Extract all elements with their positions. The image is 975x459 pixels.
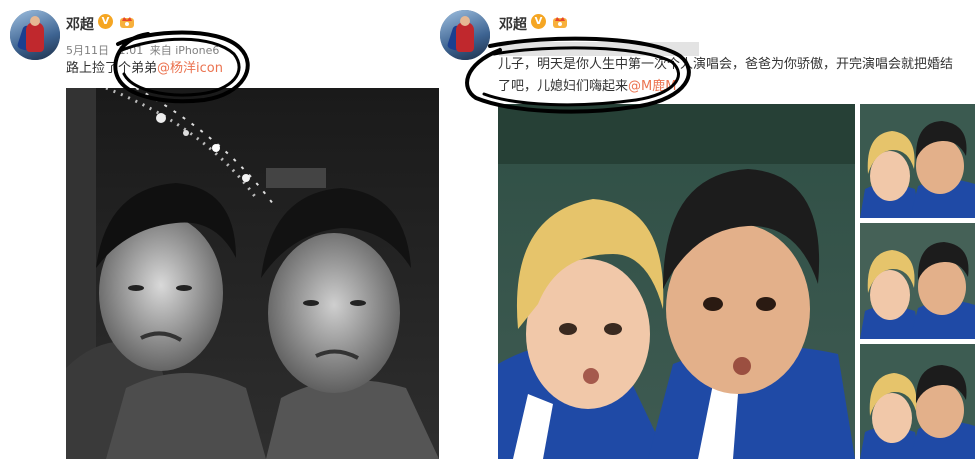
weibo-post-right: 邓超 V 儿子，明天是你人生中第一次个人演唱会，爸爸为你骄傲，开完演唱会就把婚结… <box>440 0 975 459</box>
post-photo-main[interactable] <box>498 104 855 459</box>
user-avatar[interactable] <box>10 10 60 60</box>
scribble-circle-annotation <box>465 36 691 114</box>
weibo-post-left: 邓超 V 5月11日 1:01 来自 iPhone6 路上捡了个弟弟@杨洋ico… <box>0 0 470 459</box>
photo-selfie-stadium <box>498 104 855 459</box>
post-photo-thumb-3[interactable] <box>860 344 975 459</box>
verified-v-icon: V <box>531 14 546 29</box>
photo-thumbnail <box>860 223 975 339</box>
photo-selfie-night <box>66 88 439 459</box>
photo-thumbnail <box>860 344 975 459</box>
post-photo[interactable] <box>66 88 439 459</box>
post-timestamp[interactable]: 5月11日 <box>66 44 109 57</box>
username[interactable]: 邓超 <box>499 14 527 34</box>
photo-thumbnail <box>860 104 975 218</box>
vip-crown-icon[interactable] <box>552 13 568 29</box>
post-photo-thumb-2[interactable] <box>860 223 975 339</box>
post-photo-thumb-1[interactable] <box>860 104 975 218</box>
scribble-circle-annotation <box>113 30 250 104</box>
username[interactable]: 邓超 <box>66 14 94 34</box>
